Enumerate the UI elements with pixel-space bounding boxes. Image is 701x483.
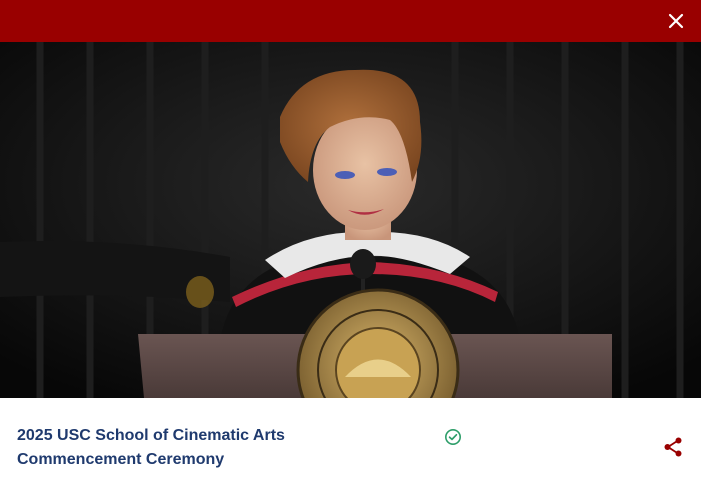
check-circle-icon [445, 429, 461, 445]
share-button[interactable] [662, 436, 684, 458]
share-icon [664, 437, 682, 457]
close-icon [668, 13, 684, 29]
close-button[interactable] [661, 6, 691, 36]
video-modal: 2025 USC School of Cinematic Arts Commen… [0, 0, 701, 483]
video-info-panel: 2025 USC School of Cinematic Arts Commen… [0, 398, 701, 483]
video-player[interactable] [0, 42, 701, 398]
video-frame [0, 42, 701, 398]
video-title[interactable]: 2025 USC School of Cinematic Arts Commen… [17, 424, 417, 472]
video-title-line-2: Commencement Ceremony [17, 451, 225, 468]
video-title-line-1: 2025 USC School of Cinematic Arts [17, 427, 285, 444]
modal-header-bar [0, 0, 701, 42]
